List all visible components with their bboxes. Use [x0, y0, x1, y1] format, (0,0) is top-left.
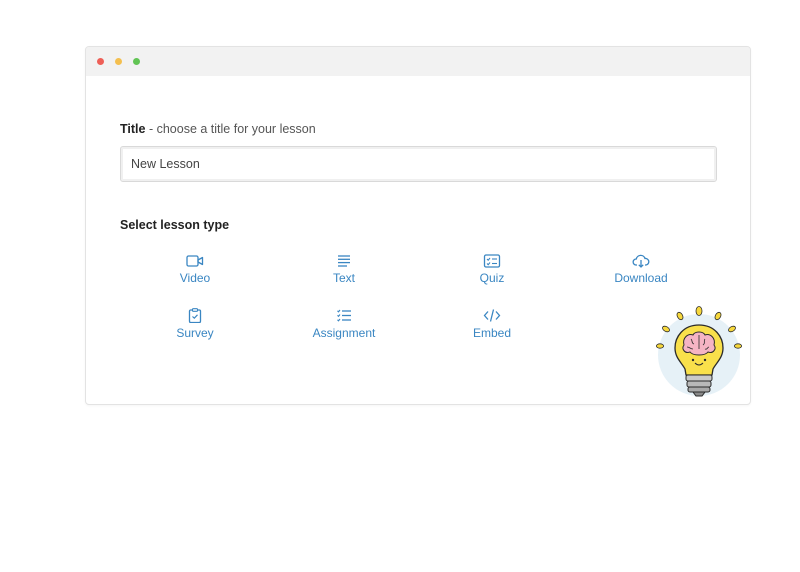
window-titlebar	[86, 47, 750, 76]
lesson-type-label: Embed	[472, 326, 512, 340]
lesson-type-text[interactable]: Text	[294, 254, 394, 285]
lesson-type-label: Download	[614, 271, 668, 285]
assignment-icon	[337, 309, 351, 322]
embed-icon	[483, 309, 501, 322]
lesson-type-label: Quiz	[479, 271, 505, 285]
lesson-type-label: Text	[332, 271, 355, 285]
lesson-title-input[interactable]	[120, 146, 717, 182]
maximize-window-button[interactable]	[133, 58, 140, 65]
survey-icon	[188, 308, 202, 323]
lesson-type-label: Video	[179, 271, 211, 285]
title-label-hint: - choose a title for your lesson	[145, 122, 316, 136]
lesson-type-download[interactable]: Download	[591, 254, 691, 285]
quiz-icon	[483, 254, 501, 268]
video-icon	[186, 255, 204, 267]
minimize-window-button[interactable]	[115, 58, 122, 65]
lesson-type-label: Survey	[176, 326, 214, 340]
lesson-type-heading: Select lesson type	[120, 218, 230, 232]
text-icon	[338, 255, 350, 267]
lesson-type-embed[interactable]: Embed	[442, 308, 542, 340]
download-icon	[632, 254, 650, 268]
app-window: Title - choose a title for your lesson S…	[85, 46, 751, 405]
lesson-type-video[interactable]: Video	[145, 254, 245, 285]
close-window-button[interactable]	[97, 58, 104, 65]
lesson-type-quiz[interactable]: Quiz	[442, 254, 542, 285]
lightbulb-brain-illustration	[656, 306, 742, 397]
title-label-bold: Title	[120, 122, 146, 136]
lesson-type-survey[interactable]: Survey	[145, 308, 245, 340]
title-field-label: Title - choose a title for your lesson	[120, 122, 316, 136]
lesson-type-assignment[interactable]: Assignment	[294, 308, 394, 340]
lesson-type-label: Assignment	[312, 326, 376, 340]
